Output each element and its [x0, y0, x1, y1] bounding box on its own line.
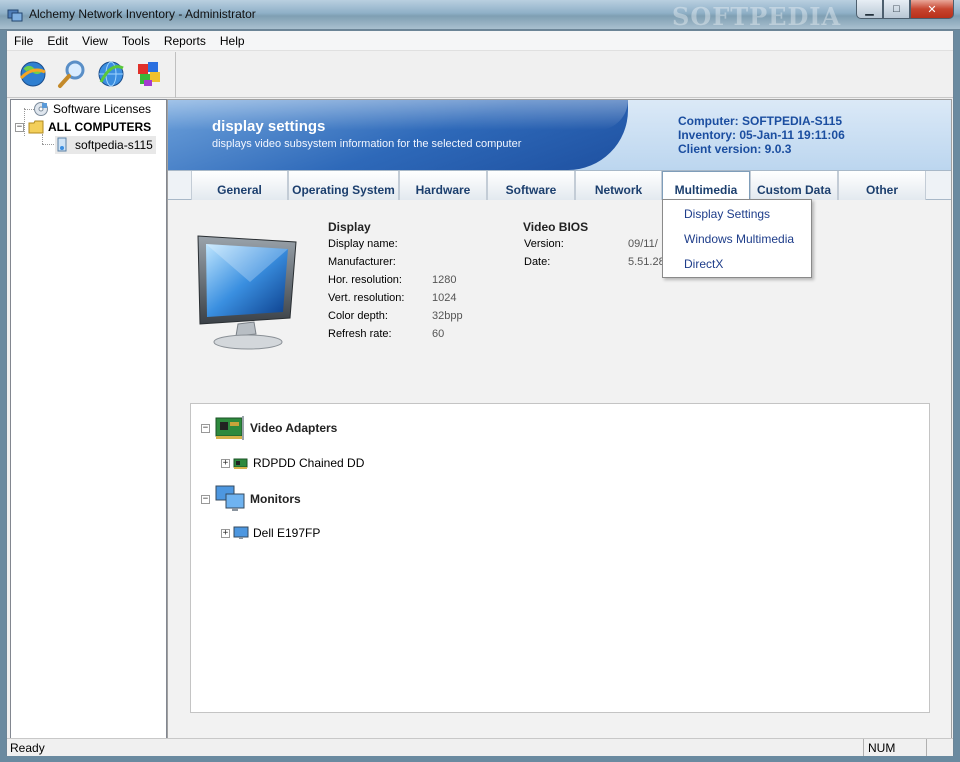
- tab-general[interactable]: General: [191, 171, 288, 200]
- tab-custom-data[interactable]: Custom Data: [750, 171, 838, 200]
- computer-icon: [57, 137, 67, 152]
- collapse-toggle[interactable]: −: [15, 122, 24, 132]
- tab-hardware[interactable]: Hardware: [399, 171, 487, 200]
- tree-item-all-computers[interactable]: − ALL COMPUTERS: [15, 118, 151, 136]
- hor-resolution-value: 1280: [432, 274, 457, 286]
- tree-item-software-licenses[interactable]: Software Licenses: [33, 100, 151, 118]
- color-depth-value: 32bpp: [432, 310, 463, 322]
- tree-item-rdpdd[interactable]: + RDPDD Chained DD: [221, 456, 364, 470]
- menu-item-windows-multimedia[interactable]: Windows Multimedia: [684, 232, 794, 246]
- tab-other[interactable]: Other: [838, 171, 926, 200]
- tree-item-label: Software Licenses: [53, 102, 152, 116]
- group-label: Video Adapters: [250, 421, 338, 435]
- maximize-button[interactable]: □: [883, 0, 910, 19]
- tab-network[interactable]: Network: [575, 171, 662, 200]
- menu-item-display-settings[interactable]: Display Settings: [684, 207, 770, 221]
- folder-icon: [28, 120, 44, 134]
- color-blocks-icon[interactable]: [132, 56, 168, 92]
- hor-resolution-label: Hor. resolution:: [328, 274, 402, 286]
- item-label: Dell E197FP: [253, 526, 321, 540]
- client-version: Client version: 9.0.3: [678, 142, 792, 156]
- menu-tools[interactable]: Tools: [115, 32, 157, 50]
- computer-name: Computer: SOFTPEDIA-S115: [678, 114, 843, 128]
- page-title: display settings: [212, 118, 326, 135]
- vert-resolution-value: 1024: [432, 292, 457, 304]
- group-label: Monitors: [250, 492, 301, 506]
- vert-resolution-label: Vert. resolution:: [328, 292, 405, 304]
- monitor-icon: [197, 235, 297, 350]
- video-card-icon: [215, 416, 244, 440]
- tree-item-dell-monitor[interactable]: + Dell E197FP: [221, 526, 320, 540]
- tab-bar: General Operating System Hardware Softwa…: [168, 170, 951, 200]
- bios-date-value: 5.51.28: [628, 256, 665, 268]
- bios-version-value: 09/11/: [628, 238, 658, 250]
- status-text: Ready: [10, 741, 45, 755]
- toolbar: [7, 52, 953, 98]
- manufacturer-label: Manufacturer:: [328, 256, 396, 268]
- title-bar: Alchemy Network Inventory - Administrato…: [0, 0, 960, 31]
- expand-toggle[interactable]: +: [221, 528, 230, 538]
- monitors-icon: [215, 485, 245, 511]
- computer-tree[interactable]: Software Licenses − ALL COMPUTERS softpe…: [10, 99, 167, 739]
- app-icon: [7, 9, 23, 22]
- collapse-toggle[interactable]: −: [201, 494, 210, 504]
- minimize-button[interactable]: ▁: [856, 0, 883, 19]
- license-disc-icon: [34, 102, 48, 116]
- refresh-rate-label: Refresh rate:: [328, 328, 392, 340]
- close-button[interactable]: ✕: [910, 0, 954, 19]
- refresh-globe-icon[interactable]: [15, 56, 51, 92]
- menu-edit[interactable]: Edit: [40, 32, 75, 50]
- page-subtitle: displays video subsystem information for…: [212, 138, 522, 150]
- bios-version-label: Version:: [524, 238, 564, 250]
- menu-item-directx[interactable]: DirectX: [684, 257, 723, 271]
- watermark: SOFTPEDIA: [672, 2, 842, 31]
- bios-date-label: Date:: [524, 256, 551, 268]
- menu-bar: File Edit View Tools Reports Help: [7, 31, 953, 51]
- menu-reports[interactable]: Reports: [157, 32, 213, 50]
- computer-info: Computer: SOFTPEDIA-S115 Inventory: 05-J…: [678, 114, 845, 156]
- tab-multimedia[interactable]: Multimedia: [662, 171, 750, 200]
- monitor-small-icon: [233, 526, 249, 539]
- window-title: Alchemy Network Inventory - Administrato…: [29, 7, 256, 21]
- tree-item-softpedia-s115[interactable]: softpedia-s115: [55, 136, 156, 154]
- refresh-rate-value: 60: [432, 328, 445, 340]
- page-banner: display settings displays video subsyste…: [168, 100, 951, 170]
- inventory-date: Inventory: 05-Jan-11 19:11:06: [678, 128, 845, 142]
- video-bios-heading: Video BIOS: [523, 220, 589, 234]
- display-name-label: Display name:: [328, 238, 398, 250]
- item-label: RDPDD Chained DD: [253, 456, 365, 470]
- tree-item-label: ALL COMPUTERS: [48, 120, 152, 134]
- toolbar-separator: [175, 52, 176, 98]
- details-panel: display settings displays video subsyste…: [167, 99, 952, 739]
- adapter-icon: [233, 458, 248, 469]
- display-heading: Display: [328, 220, 371, 234]
- expand-toggle[interactable]: +: [221, 458, 230, 468]
- multimedia-device-tree[interactable]: − Video Adapters + RDPDD Chained DD − Mo…: [190, 403, 930, 713]
- network-globe-icon[interactable]: [93, 56, 129, 92]
- collapse-toggle[interactable]: −: [201, 423, 210, 433]
- color-depth-label: Color depth:: [328, 310, 388, 322]
- num-lock-indicator: NUM: [863, 739, 927, 756]
- app-window: File Edit View Tools Reports Help Softwa…: [6, 30, 954, 756]
- search-icon[interactable]: [54, 56, 90, 92]
- tree-group-video-adapters[interactable]: − Video Adapters: [201, 414, 337, 442]
- menu-view[interactable]: View: [75, 32, 115, 50]
- tab-software[interactable]: Software: [487, 171, 575, 200]
- tab-operating-system[interactable]: Operating System: [288, 171, 399, 200]
- status-bar: Ready NUM: [7, 738, 953, 756]
- tree-group-monitors[interactable]: − Monitors: [201, 484, 301, 514]
- tree-item-label: softpedia-s115: [75, 138, 153, 152]
- menu-help[interactable]: Help: [213, 32, 252, 50]
- menu-file[interactable]: File: [7, 32, 40, 50]
- multimedia-dropdown: Display Settings Windows Multimedia Dire…: [662, 199, 812, 278]
